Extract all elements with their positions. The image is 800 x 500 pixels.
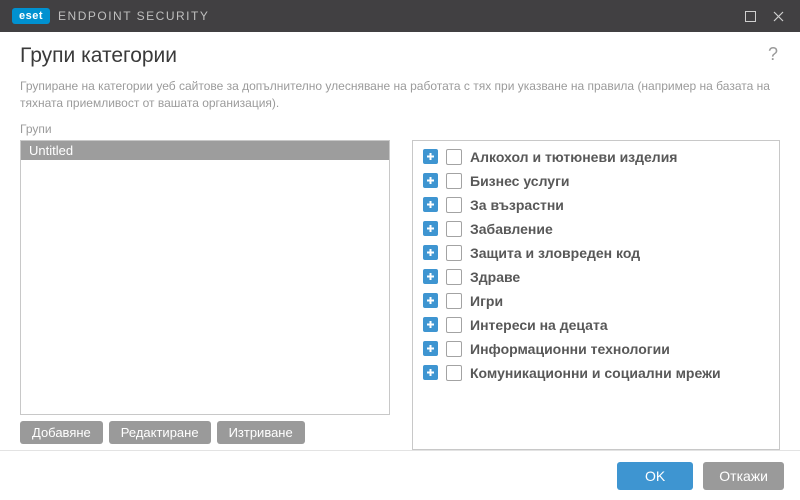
category-checkbox[interactable]: [446, 245, 462, 261]
groups-label: Групи: [20, 122, 390, 136]
groups-panel: Групи Untitled Добавяне Редактиране Изтр…: [20, 122, 390, 450]
category-label: За възрастни: [470, 197, 564, 213]
cancel-button[interactable]: Откажи: [703, 462, 784, 490]
categories-list[interactable]: Алкохол и тютюневи изделия Бизнес услуги З…: [412, 140, 780, 450]
category-label: Интереси на децата: [470, 317, 608, 333]
expand-icon[interactable]: [423, 197, 438, 212]
group-item[interactable]: Untitled: [21, 141, 389, 160]
ok-button[interactable]: OK: [617, 462, 693, 490]
category-row: Алкохол и тютюневи изделия: [419, 145, 779, 169]
expand-icon[interactable]: [423, 317, 438, 332]
category-label: Информационни технологии: [470, 341, 670, 357]
category-label: Алкохол и тютюневи изделия: [470, 149, 677, 165]
category-checkbox[interactable]: [446, 365, 462, 381]
category-label: Защита и зловреден код: [470, 245, 640, 261]
category-checkbox[interactable]: [446, 317, 462, 333]
category-checkbox[interactable]: [446, 269, 462, 285]
category-row: Игри: [419, 289, 779, 313]
close-button[interactable]: [764, 4, 792, 28]
category-label: Игри: [470, 293, 503, 309]
category-row: Информационни технологии: [419, 337, 779, 361]
expand-icon[interactable]: [423, 293, 438, 308]
expand-icon[interactable]: [423, 365, 438, 380]
category-checkbox[interactable]: [446, 173, 462, 189]
category-row: За възрастни: [419, 193, 779, 217]
product-name: ENDPOINT SECURITY: [58, 9, 209, 23]
category-checkbox[interactable]: [446, 293, 462, 309]
category-checkbox[interactable]: [446, 221, 462, 237]
minimize-button[interactable]: [736, 4, 764, 28]
groups-list[interactable]: Untitled: [20, 140, 390, 415]
expand-icon[interactable]: [423, 173, 438, 188]
page-title: Групи категории: [20, 44, 766, 68]
category-row: Забавление: [419, 217, 779, 241]
expand-icon[interactable]: [423, 269, 438, 284]
delete-button[interactable]: Изтриване: [217, 421, 305, 444]
category-label: Бизнес услуги: [470, 173, 570, 189]
category-row: Комуникационни и социални мрежи: [419, 361, 779, 385]
page-description: Групиране на категории уеб сайтове за до…: [20, 78, 780, 112]
category-row: Здраве: [419, 265, 779, 289]
title-bar: eset ENDPOINT SECURITY: [0, 0, 800, 32]
brand-badge: eset: [12, 8, 50, 24]
category-label: Комуникационни и социални мрежи: [470, 365, 721, 381]
category-label: Забавление: [470, 221, 553, 237]
category-row: Интереси на децата: [419, 313, 779, 337]
category-checkbox[interactable]: [446, 197, 462, 213]
expand-icon[interactable]: [423, 341, 438, 356]
expand-icon[interactable]: [423, 245, 438, 260]
category-label: Здраве: [470, 269, 520, 285]
add-button[interactable]: Добавяне: [20, 421, 103, 444]
help-icon[interactable]: ?: [766, 44, 780, 65]
category-row: Бизнес услуги: [419, 169, 779, 193]
category-checkbox[interactable]: [446, 341, 462, 357]
edit-button[interactable]: Редактиране: [109, 421, 211, 444]
expand-icon[interactable]: [423, 221, 438, 236]
categories-panel: Алкохол и тютюневи изделия Бизнес услуги З…: [412, 122, 780, 450]
dialog-footer: OK Откажи: [0, 450, 800, 500]
category-row: Защита и зловреден код: [419, 241, 779, 265]
category-checkbox[interactable]: [446, 149, 462, 165]
expand-icon[interactable]: [423, 149, 438, 164]
content-area: Групи категории ? Групиране на категории…: [0, 32, 800, 450]
